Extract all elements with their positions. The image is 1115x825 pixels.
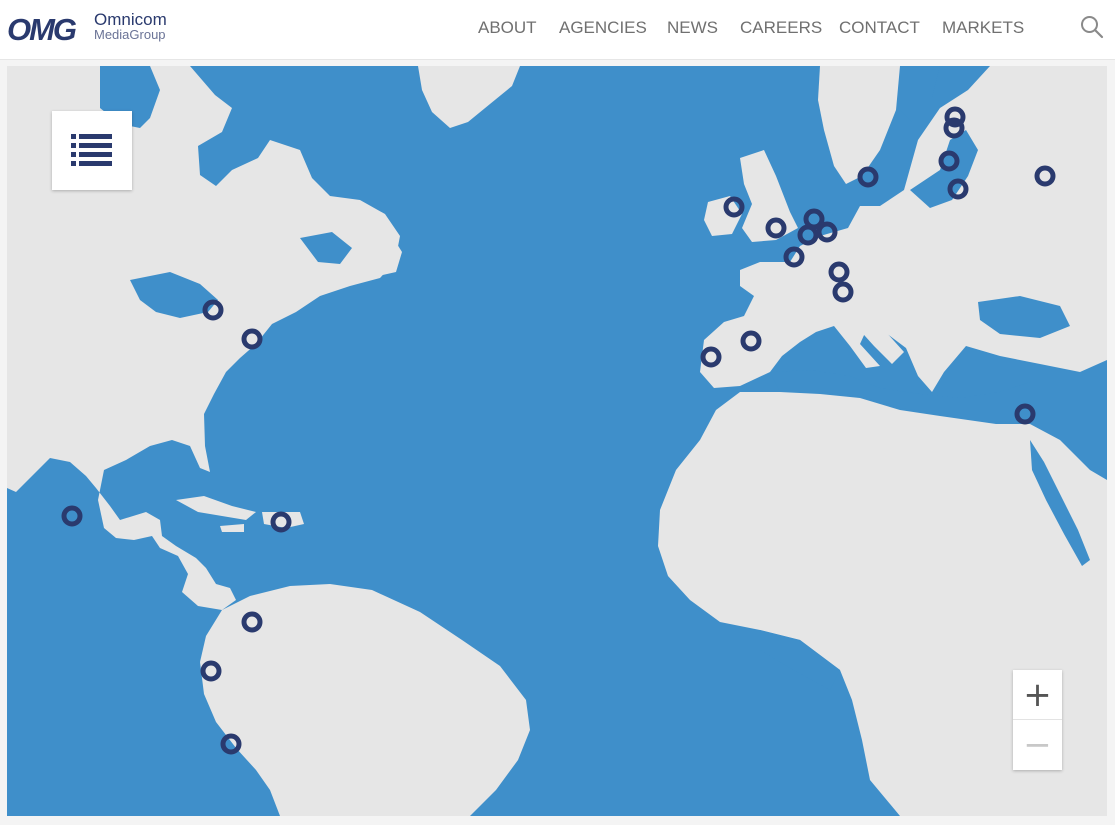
world-map[interactable] xyxy=(7,66,1107,816)
logo-mark: OMG xyxy=(7,12,77,47)
nav-item-about[interactable]: ABOUT xyxy=(478,18,537,38)
zoom-control: + − xyxy=(1013,670,1062,770)
nav-item-news[interactable]: NEWS xyxy=(667,18,718,38)
logo-text-mediagroup: MediaGroup xyxy=(94,27,166,42)
nav-item-careers[interactable]: CAREERS xyxy=(740,18,822,38)
nav-item-markets[interactable]: MARKETS xyxy=(942,18,1024,38)
omg-logo[interactable]: OMG Omnicom MediaGroup xyxy=(7,8,187,48)
search-icon[interactable] xyxy=(1080,15,1104,39)
zoom-out-button[interactable]: − xyxy=(1013,720,1062,770)
nav-item-agencies[interactable]: AGENCIES xyxy=(559,18,647,38)
list-view-button[interactable] xyxy=(52,111,132,190)
list-icon xyxy=(71,134,112,166)
nav-item-contact[interactable]: CONTACT xyxy=(839,18,920,38)
site-header: OMG Omnicom MediaGroup ABOUT AGENCIES NE… xyxy=(0,0,1115,60)
zoom-in-button[interactable]: + xyxy=(1013,670,1062,720)
map-canvas[interactable] xyxy=(7,66,1107,816)
